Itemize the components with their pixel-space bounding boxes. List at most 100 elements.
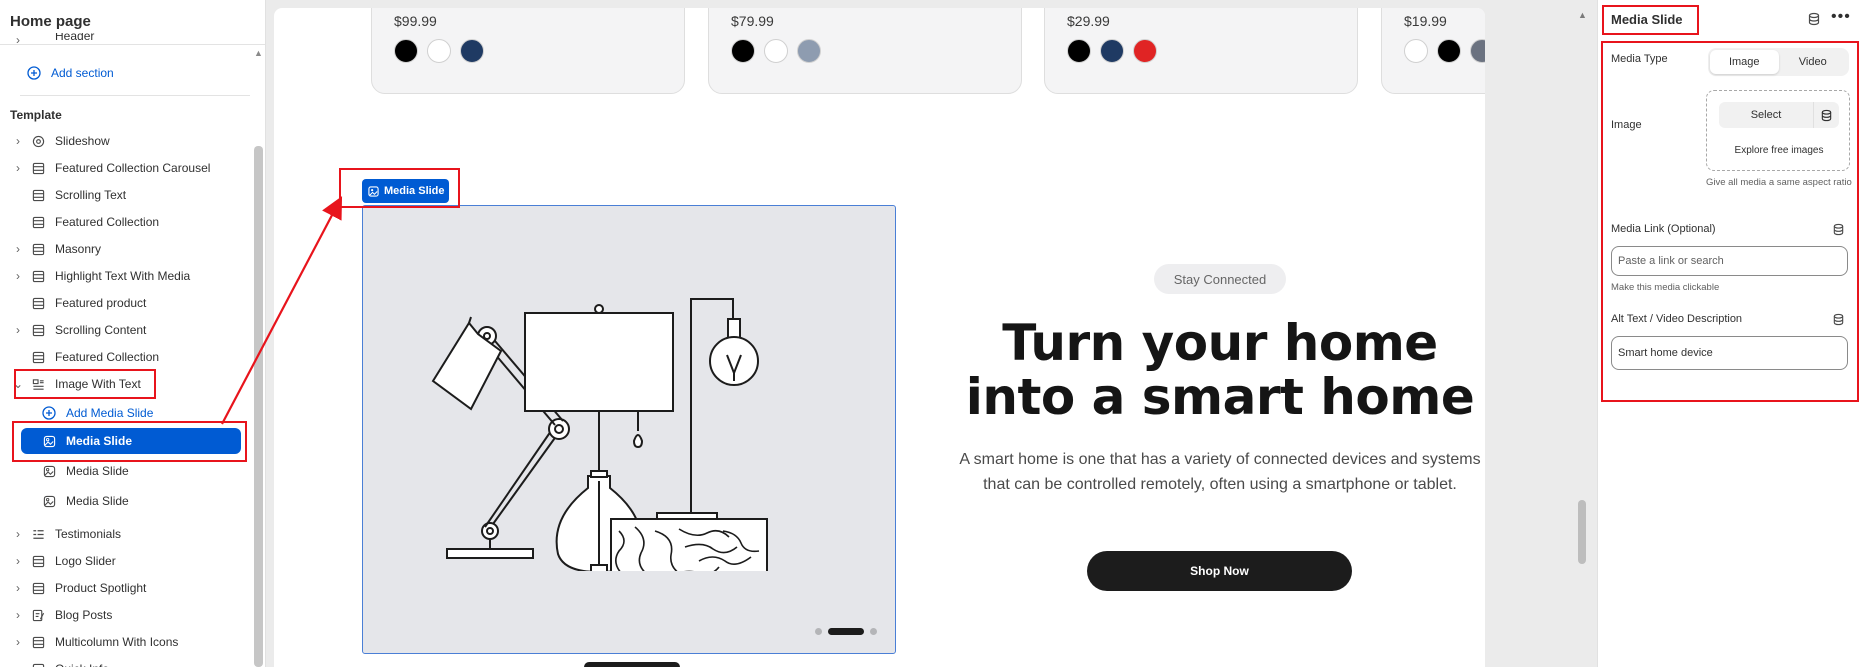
section-icon — [30, 322, 46, 338]
image-picker: Select Explore free images — [1706, 90, 1850, 171]
color-swatch[interactable] — [1100, 39, 1124, 63]
chevron-right-icon[interactable]: › — [11, 269, 25, 283]
media-link-label: Media Link (Optional) — [1611, 223, 1716, 235]
product-card[interactable]: $79.99 — [708, 8, 1022, 94]
chevron-right-icon[interactable]: › — [11, 323, 25, 337]
database-icon[interactable] — [1832, 313, 1845, 326]
sidebar-scrollbar[interactable] — [254, 146, 263, 667]
stay-connected-badge: Stay Connected — [1154, 264, 1286, 294]
sidebar-item-label: Scrolling Text — [55, 188, 127, 202]
database-icon[interactable] — [1813, 102, 1839, 128]
sidebar-item-featured-product[interactable]: Featured product — [0, 290, 250, 316]
chevron-right-icon[interactable]: › — [11, 242, 25, 256]
slideshow-icon — [30, 133, 46, 149]
image-text-icon — [30, 376, 46, 392]
sidebar-item-label: Featured product — [55, 296, 147, 310]
sidebar-item-label: Image With Text — [55, 377, 141, 391]
sidebar-item-featured-collection[interactable]: Featured Collection — [0, 209, 250, 235]
section-icon — [30, 214, 46, 230]
slider-dot[interactable] — [815, 628, 822, 635]
color-swatch[interactable] — [460, 39, 484, 63]
product-card[interactable]: $99.99 — [371, 8, 685, 94]
color-swatch[interactable] — [1067, 39, 1091, 63]
chevron-right-icon[interactable]: › — [11, 554, 25, 568]
section-icon — [30, 634, 46, 650]
sidebar-item-label: Featured Collection — [55, 215, 160, 229]
media-slide-icon — [41, 463, 57, 479]
chevron-right-icon[interactable]: › — [11, 635, 25, 649]
sidebar-item-quick-info[interactable]: › Quick Info — [0, 656, 250, 667]
sidebar-item-product-spotlight[interactable]: › Product Spotlight — [0, 575, 250, 601]
sidebar-item-image-with-text[interactable]: ⌄ Image With Text — [0, 371, 250, 397]
sidebar-item-media-slide[interactable]: Media Slide — [0, 488, 250, 514]
database-icon[interactable] — [1832, 223, 1845, 236]
sidebar-item-label: Media Slide — [66, 434, 133, 448]
sidebar-item-scrolling-text[interactable]: Scrolling Text — [0, 182, 250, 208]
color-swatch[interactable] — [1404, 39, 1428, 63]
color-swatch[interactable] — [1470, 39, 1485, 63]
chevron-right-icon[interactable]: › — [11, 134, 25, 148]
scroll-up-icon[interactable]: ▲ — [254, 48, 263, 58]
product-card[interactable]: $19.99 — [1381, 8, 1485, 94]
canvas-scrollbar[interactable] — [1578, 500, 1586, 564]
shop-now-button[interactable]: Shop Now — [1087, 551, 1352, 591]
color-swatch[interactable] — [1133, 39, 1157, 63]
sidebar-item-media-slide-selected[interactable]: Media Slide — [21, 428, 241, 454]
sidebar-item-label: Featured Collection Carousel — [55, 161, 211, 175]
hero-description: A smart home is one that has a variety o… — [959, 451, 1481, 493]
chevron-down-icon[interactable]: ⌄ — [11, 377, 25, 391]
sidebar-item-multicolumn-with-icons[interactable]: › Multicolumn With Icons — [0, 629, 250, 655]
section-icon — [30, 661, 46, 667]
color-swatch[interactable] — [394, 39, 418, 63]
sidebar-item-media-slide[interactable]: Media Slide — [0, 458, 250, 484]
sidebar-item-blog-posts[interactable]: › Blog Posts — [0, 602, 250, 628]
sidebar-item-scrolling-content[interactable]: › Scrolling Content — [0, 317, 250, 343]
chevron-right-icon[interactable]: › — [11, 662, 25, 667]
sidebar-item-label: Masonry — [55, 242, 102, 256]
color-swatch[interactable] — [731, 39, 755, 63]
media-type-video-option[interactable]: Video — [1779, 50, 1848, 74]
media-slide-image[interactable] — [362, 205, 896, 654]
chevron-right-icon[interactable]: › — [11, 608, 25, 622]
product-card[interactable]: $29.99 — [1044, 8, 1358, 94]
add-section-label: Add section — [51, 66, 114, 80]
media-link-input[interactable]: Paste a link or search — [1611, 246, 1848, 276]
sidebar-item-featured-collection[interactable]: Featured Collection — [0, 344, 250, 370]
more-options-icon[interactable]: ••• — [1831, 8, 1851, 26]
sidebar-item-label: Featured Collection — [55, 350, 160, 364]
alt-text-input[interactable]: Smart home device — [1611, 336, 1848, 370]
sidebar-item-testimonials[interactable]: › Testimonials — [0, 521, 250, 547]
sidebar-item-logo-slider[interactable]: › Logo Slider — [0, 548, 250, 574]
sidebar-item-highlight-text-with-media[interactable]: › Highlight Text With Media — [0, 263, 250, 289]
chevron-right-icon[interactable]: › — [11, 161, 25, 175]
color-swatch[interactable] — [427, 39, 451, 63]
sidebar-item-masonry[interactable]: › Masonry — [0, 236, 250, 262]
color-swatch[interactable] — [1437, 39, 1461, 63]
media-type-image-option[interactable]: Image — [1710, 50, 1779, 74]
headline-line-2: into a smart home — [965, 368, 1475, 426]
media-type-toggle: Image Video — [1708, 48, 1849, 76]
scroll-up-icon[interactable]: ▲ — [1578, 10, 1587, 20]
media-slide-chip[interactable]: Media Slide — [362, 179, 449, 203]
chevron-right-icon[interactable]: › — [11, 527, 25, 541]
media-chip-label: Media Slide — [384, 185, 445, 197]
add-section-button[interactable]: Add section — [0, 60, 250, 86]
sidebar-item-slideshow[interactable]: › Slideshow — [0, 128, 250, 154]
section-icon — [30, 187, 46, 203]
panel-title: Media Slide — [1611, 12, 1683, 27]
color-swatch[interactable] — [764, 39, 788, 63]
section-icon — [30, 268, 46, 284]
chevron-right-icon[interactable]: › — [11, 33, 25, 47]
database-icon[interactable] — [1807, 12, 1821, 26]
slider-dot[interactable] — [870, 628, 877, 635]
sidebar-item-label: Scrolling Content — [55, 323, 147, 337]
sidebar-item-header[interactable]: › Header — [0, 33, 250, 47]
chevron-right-icon[interactable]: › — [11, 581, 25, 595]
explore-free-images-link[interactable]: Explore free images — [1707, 145, 1851, 156]
add-media-slide-button[interactable]: Add Media Slide — [0, 400, 250, 426]
sidebar-item-featured-collection-carousel[interactable]: › Featured Collection Carousel — [0, 155, 250, 181]
testimonials-icon — [30, 526, 46, 542]
color-swatch[interactable] — [797, 39, 821, 63]
select-image-button[interactable]: Select — [1719, 102, 1839, 128]
slider-dot-active[interactable] — [828, 628, 864, 635]
